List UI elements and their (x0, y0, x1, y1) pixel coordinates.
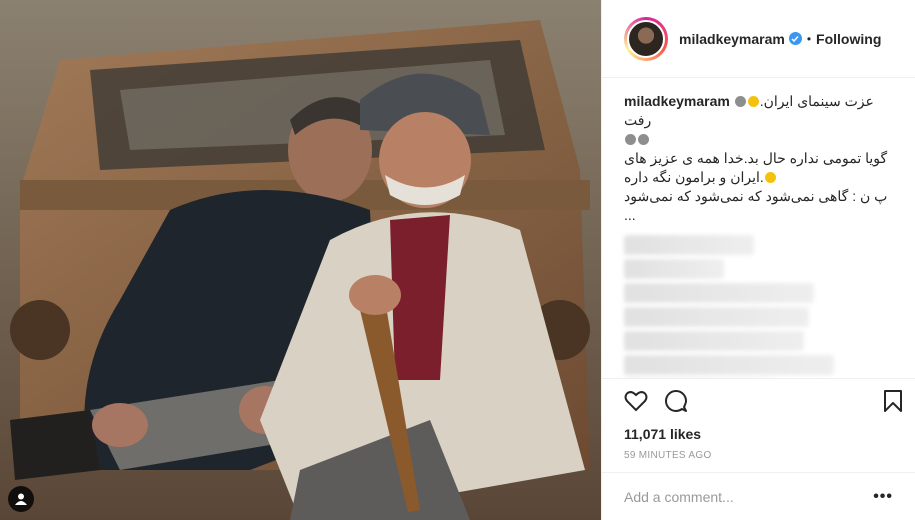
caption-line-3-row: .ایران و برامون نگه داره (624, 168, 899, 187)
caption-emojis (624, 130, 899, 149)
post-header: miladkeymaram • Following (602, 0, 915, 78)
separator-dot: • (806, 31, 812, 46)
emoji-grey-icon (638, 134, 649, 145)
post-photo[interactable] (0, 0, 601, 520)
emoji-grey-icon (734, 96, 746, 107)
post-timestamp[interactable]: 59 MINUTES AGO (602, 446, 915, 472)
instagram-post: miladkeymaram • Following miladkeymaram … (0, 0, 915, 520)
add-comment-bar: Add a comment... ••• (602, 472, 915, 520)
emoji-sad-icon (747, 96, 759, 107)
following-button[interactable]: Following (816, 31, 881, 47)
emoji-grey-icon (625, 134, 636, 145)
action-bar (602, 378, 915, 422)
caption: miladkeymaram .عزت سینمای ایران رفت گویا… (624, 92, 899, 225)
caption-line-2: گویا تمومی نداره حال بد.خدا همه ی عزیز ه… (624, 150, 888, 166)
comment-input[interactable]: Add a comment... (624, 489, 873, 505)
blurred-comment (624, 355, 834, 375)
comments-section: miladkeymaram .عزت سینمای ایران رفت گویا… (602, 78, 915, 378)
caption-more[interactable]: ... (624, 207, 636, 223)
blurred-comment (624, 331, 804, 351)
likes-count[interactable]: 11,071 likes (602, 422, 915, 446)
blurred-comment (624, 307, 809, 327)
avatar[interactable] (624, 16, 668, 61)
comment-icon[interactable] (664, 389, 688, 413)
photo-illustration (0, 0, 601, 520)
blurred-comment (624, 235, 754, 255)
emoji-sad-icon (764, 172, 776, 183)
bookmark-icon[interactable] (883, 389, 903, 413)
caption-username[interactable]: miladkeymaram (624, 93, 730, 109)
more-options-icon[interactable]: ••• (873, 488, 893, 506)
heart-icon[interactable] (624, 390, 648, 412)
username-link[interactable]: miladkeymaram (679, 31, 785, 47)
caption-line-4: پ ن : گاهی نمی‌شود که نمی‌شود که نمی‌شود (624, 188, 888, 204)
blurred-comment (624, 283, 814, 303)
blurred-comments (624, 235, 899, 378)
verified-badge-icon (788, 32, 802, 45)
caption-line-3: .ایران و برامون نگه داره (624, 169, 764, 185)
blurred-comment (624, 259, 724, 279)
avatar-image (627, 19, 665, 58)
post-sidebar: miladkeymaram • Following miladkeymaram … (601, 0, 915, 520)
user-tag-icon[interactable] (8, 486, 34, 512)
